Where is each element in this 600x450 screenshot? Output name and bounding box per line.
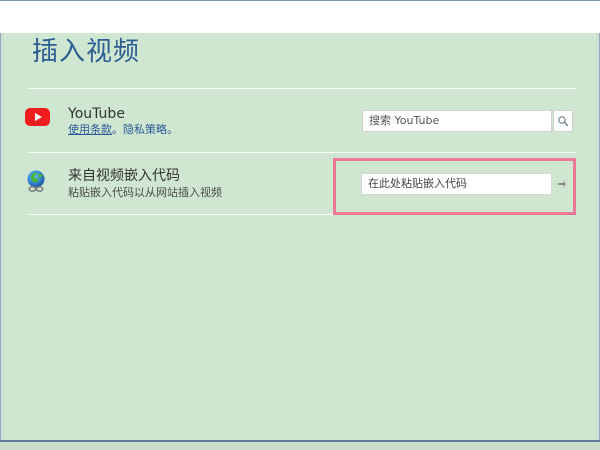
- privacy-link[interactable]: 隐私策略: [123, 123, 167, 136]
- youtube-search-group: 搜索 YouTube: [362, 110, 574, 134]
- embed-code-input[interactable]: 在此处粘贴嵌入代码: [361, 173, 552, 195]
- terms-link[interactable]: 使用条款: [68, 123, 112, 136]
- youtube-search-input[interactable]: 搜索 YouTube: [362, 110, 552, 132]
- embed-code-subtitle: 粘贴嵌入代码以从网站插入视频: [68, 186, 222, 199]
- right-rail: [596, 33, 600, 442]
- insert-video-dialog: 插入视频 YouTube 使用条款。隐私策略。 搜索 YouTube 来自视频嵌…: [0, 0, 600, 450]
- section-divider-middle: [28, 152, 577, 153]
- youtube-links-line: 使用条款。隐私策略。: [68, 123, 178, 137]
- bottom-strip: [0, 440, 600, 450]
- youtube-title: YouTube: [68, 106, 125, 122]
- terms-period: 。: [112, 123, 123, 136]
- section-divider-top: [28, 88, 577, 89]
- embed-code-title: 来自视频嵌入代码: [68, 168, 180, 184]
- youtube-icon: [25, 108, 50, 126]
- search-icon: [557, 115, 569, 127]
- embed-row-icon-wrap: [24, 168, 52, 196]
- arrow-right-icon: [556, 178, 568, 190]
- search-button[interactable]: [553, 110, 573, 132]
- top-strip: [0, 0, 600, 33]
- globe-link-icon: [24, 168, 52, 196]
- youtube-row-icon-wrap: [25, 105, 53, 133]
- insert-embed-button[interactable]: [555, 177, 569, 191]
- privacy-period: 。: [167, 123, 178, 136]
- dialog-title: 插入视频: [32, 37, 141, 67]
- left-rail: [0, 33, 4, 442]
